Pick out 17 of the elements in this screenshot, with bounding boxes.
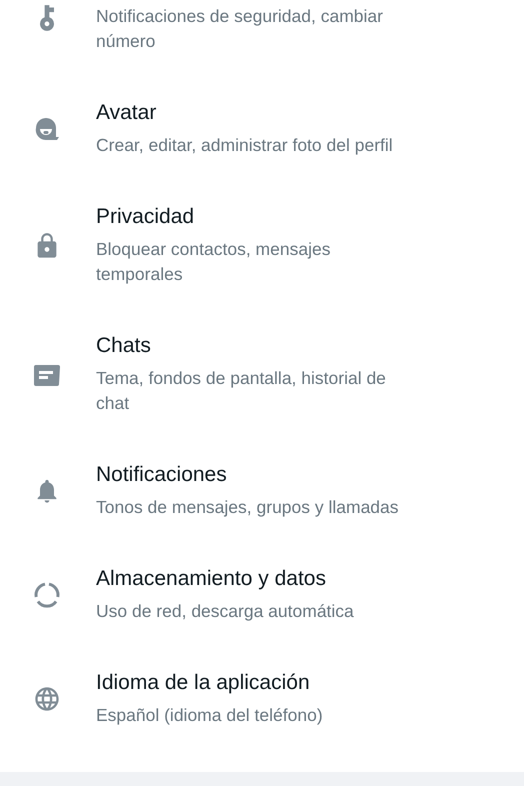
setting-title[interactable]: Chats — [96, 333, 414, 359]
setting-title[interactable]: Notificaciones — [96, 462, 414, 488]
setting-description: Uso de red, descarga automática — [96, 600, 355, 623]
setting-description: Notificaciones de seguridad, cambiar número — [96, 5, 384, 53]
setting-description: Tema, fondos de pantalla, historial de chat — [96, 367, 387, 415]
setting-title[interactable]: Privacidad — [96, 204, 414, 230]
globe-icon — [32, 685, 60, 713]
chat-icon — [32, 364, 60, 386]
avatar-icon — [34, 117, 60, 141]
setting-title[interactable]: Avatar — [96, 100, 414, 126]
setting-description: Crear, editar, administrar foto del perfil — [96, 134, 394, 157]
setting-title[interactable]: Idioma de la aplicación — [96, 670, 414, 696]
storage-icon — [32, 581, 60, 609]
setting-title[interactable]: Almacenamiento y datos — [96, 566, 414, 592]
setting-description: Bloquear contactos, mensajes temporales — [96, 238, 332, 286]
setting-description: Tonos de mensajes, grupos y llamadas — [96, 496, 400, 519]
setting-description: Español (idioma del teléfono) — [96, 704, 324, 727]
